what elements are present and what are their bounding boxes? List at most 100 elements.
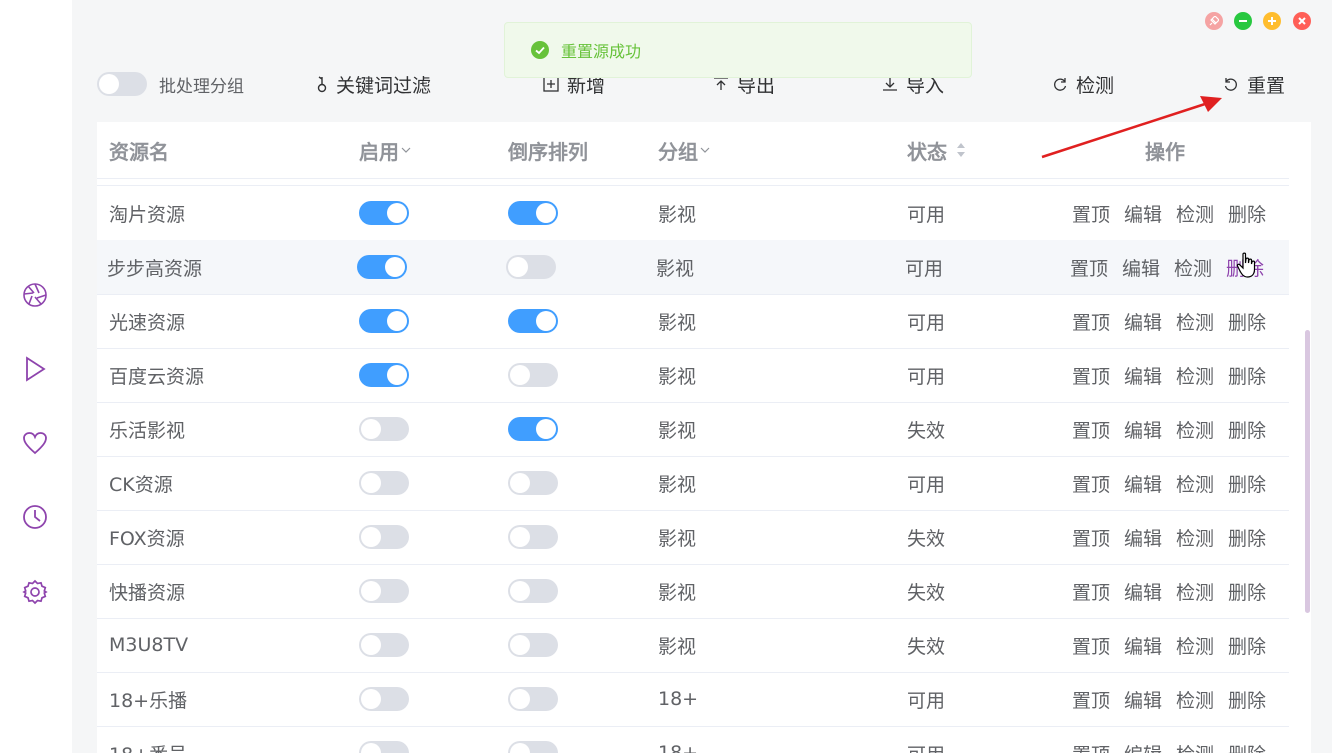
enable-switch[interactable] <box>359 633 409 657</box>
check-row-button[interactable]: 检测 <box>1176 308 1214 335</box>
delete-button[interactable]: 删除 <box>1228 308 1266 335</box>
table-row[interactable]: CK资源 影视 可用 置顶 编辑 检测 删除 <box>97 456 1289 511</box>
pin-top-button[interactable]: 置顶 <box>1072 200 1110 227</box>
batch-group-switch[interactable] <box>97 72 147 96</box>
edit-button[interactable]: 编辑 <box>1124 416 1162 443</box>
gear-icon[interactable] <box>21 578 49 606</box>
check-button[interactable]: 检测 <box>1052 70 1114 98</box>
reverse-switch[interactable] <box>508 687 558 711</box>
reverse-switch[interactable] <box>508 201 558 225</box>
delete-button[interactable]: 删除 <box>1228 632 1266 659</box>
edit-button[interactable]: 编辑 <box>1124 686 1162 713</box>
check-row-button[interactable]: 检测 <box>1176 200 1214 227</box>
table-row[interactable]: FOX资源 影视 失效 置顶 编辑 检测 删除 <box>97 510 1289 565</box>
aperture-icon[interactable] <box>21 281 49 309</box>
table-row[interactable]: M3U8TV 影视 失效 置顶 编辑 检测 删除 <box>97 618 1289 673</box>
table-row[interactable]: 百度云资源 影视 可用 置顶 编辑 检测 删除 <box>97 348 1289 403</box>
edit-button[interactable]: 编辑 <box>1122 254 1160 281</box>
table-row[interactable]: 18+乐播 18+ 可用 置顶 编辑 检测 删除 <box>97 672 1289 727</box>
maximize-window-button[interactable] <box>1263 12 1281 30</box>
pin-top-button[interactable]: 置顶 <box>1072 416 1110 443</box>
reverse-switch[interactable] <box>508 525 558 549</box>
check-row-button[interactable]: 检测 <box>1176 362 1214 389</box>
sort-icon[interactable] <box>955 141 967 159</box>
cell-enable <box>359 348 409 402</box>
cell-actions: 置顶编辑检测删除 <box>1070 240 1264 294</box>
enable-switch[interactable] <box>359 309 409 333</box>
clock-icon[interactable] <box>21 503 49 531</box>
table-row[interactable]: 淘片资源 影视 可用 置顶 编辑 检测 删除 <box>97 186 1289 241</box>
edit-button[interactable]: 编辑 <box>1124 362 1162 389</box>
header-group[interactable]: 分组 <box>658 122 710 178</box>
check-row-button[interactable]: 检测 <box>1176 686 1214 713</box>
delete-button[interactable]: 删除 <box>1228 686 1266 713</box>
keyword-filter-button[interactable]: 关键词过滤 <box>316 70 431 98</box>
reverse-switch[interactable] <box>508 471 558 495</box>
pin-window-button[interactable] <box>1205 12 1223 30</box>
delete-button[interactable]: 删除 <box>1228 578 1266 605</box>
enable-switch[interactable] <box>359 687 409 711</box>
pin-top-button[interactable]: 置顶 <box>1072 632 1110 659</box>
pin-top-button[interactable]: 置顶 <box>1072 308 1110 335</box>
table-row[interactable]: 快播资源 影视 失效 置顶 编辑 检测 删除 <box>97 564 1289 619</box>
reverse-switch[interactable] <box>508 309 558 333</box>
edit-button[interactable]: 编辑 <box>1124 200 1162 227</box>
delete-button[interactable]: 删除 <box>1228 470 1266 497</box>
edit-button[interactable]: 编辑 <box>1124 308 1162 335</box>
pin-top-button[interactable]: 置顶 <box>1072 686 1110 713</box>
header-enable[interactable]: 启用 <box>359 122 411 178</box>
check-row-button[interactable]: 检测 <box>1176 524 1214 551</box>
pin-top-button[interactable]: 置顶 <box>1072 524 1110 551</box>
delete-button[interactable]: 删除 <box>1228 200 1266 227</box>
pin-top-button[interactable]: 置顶 <box>1072 470 1110 497</box>
table-row[interactable]: 乐活影视 影视 失效 置顶 编辑 检测 删除 <box>97 402 1289 457</box>
reverse-switch[interactable] <box>508 417 558 441</box>
enable-switch[interactable] <box>357 255 407 279</box>
batch-group-toggle[interactable]: 批处理分组 <box>97 70 244 98</box>
check-row-button[interactable]: 检测 <box>1174 254 1212 281</box>
pin-top-button[interactable]: 置顶 <box>1072 578 1110 605</box>
table-row[interactable]: 18+番号 18+ 可用置顶 编辑 检测 删除 <box>97 726 1289 753</box>
heart-icon[interactable] <box>21 429 49 457</box>
reset-button[interactable]: 重置 <box>1223 70 1285 98</box>
enable-switch[interactable] <box>359 201 409 225</box>
edit-button[interactable]: 编辑 <box>1124 740 1162 753</box>
enable-switch[interactable] <box>359 417 409 441</box>
enable-switch[interactable] <box>359 525 409 549</box>
toast-message: 重置源成功 <box>561 42 642 61</box>
table-row[interactable]: 步步高资源 影视 可用 置顶编辑检测删除 <box>97 240 1289 295</box>
edit-button[interactable]: 编辑 <box>1124 524 1162 551</box>
reverse-switch[interactable] <box>508 741 558 753</box>
check-row-button[interactable]: 检测 <box>1176 632 1214 659</box>
edit-button[interactable]: 编辑 <box>1124 632 1162 659</box>
close-window-button[interactable] <box>1293 12 1311 30</box>
delete-button[interactable]: 删除 <box>1228 416 1266 443</box>
reverse-switch[interactable] <box>506 255 556 279</box>
check-row-button[interactable]: 检测 <box>1176 470 1214 497</box>
pin-top-button[interactable]: 置顶 <box>1072 362 1110 389</box>
table-scrollbar[interactable] <box>1305 330 1310 613</box>
delete-button[interactable]: 删除 <box>1228 740 1266 753</box>
reverse-switch[interactable] <box>508 633 558 657</box>
header-status[interactable]: 状态 <box>907 122 967 178</box>
check-row-button[interactable]: 检测 <box>1176 740 1214 753</box>
edit-button[interactable]: 编辑 <box>1124 470 1162 497</box>
play-icon[interactable] <box>21 355 49 383</box>
reverse-switch[interactable] <box>508 579 558 603</box>
delete-button[interactable]: 删除 <box>1228 362 1266 389</box>
cell-group: 影视 <box>656 257 695 280</box>
enable-switch[interactable] <box>359 363 409 387</box>
pin-top-button[interactable]: 置顶 <box>1072 740 1110 753</box>
delete-button[interactable]: 删除 <box>1228 524 1266 551</box>
edit-button[interactable]: 编辑 <box>1124 578 1162 605</box>
enable-switch[interactable] <box>359 471 409 495</box>
enable-switch[interactable] <box>359 741 409 753</box>
reverse-switch[interactable] <box>508 363 558 387</box>
check-row-button[interactable]: 检测 <box>1176 416 1214 443</box>
check-row-button[interactable]: 检测 <box>1176 578 1214 605</box>
table-row[interactable]: 光速资源 影视 可用 置顶 编辑 检测 删除 <box>97 294 1289 349</box>
minimize-window-button[interactable] <box>1234 12 1252 30</box>
pin-top-button[interactable]: 置顶 <box>1070 254 1108 281</box>
cell-actions: 置顶编辑检测删除 <box>1072 348 1266 402</box>
enable-switch[interactable] <box>359 579 409 603</box>
